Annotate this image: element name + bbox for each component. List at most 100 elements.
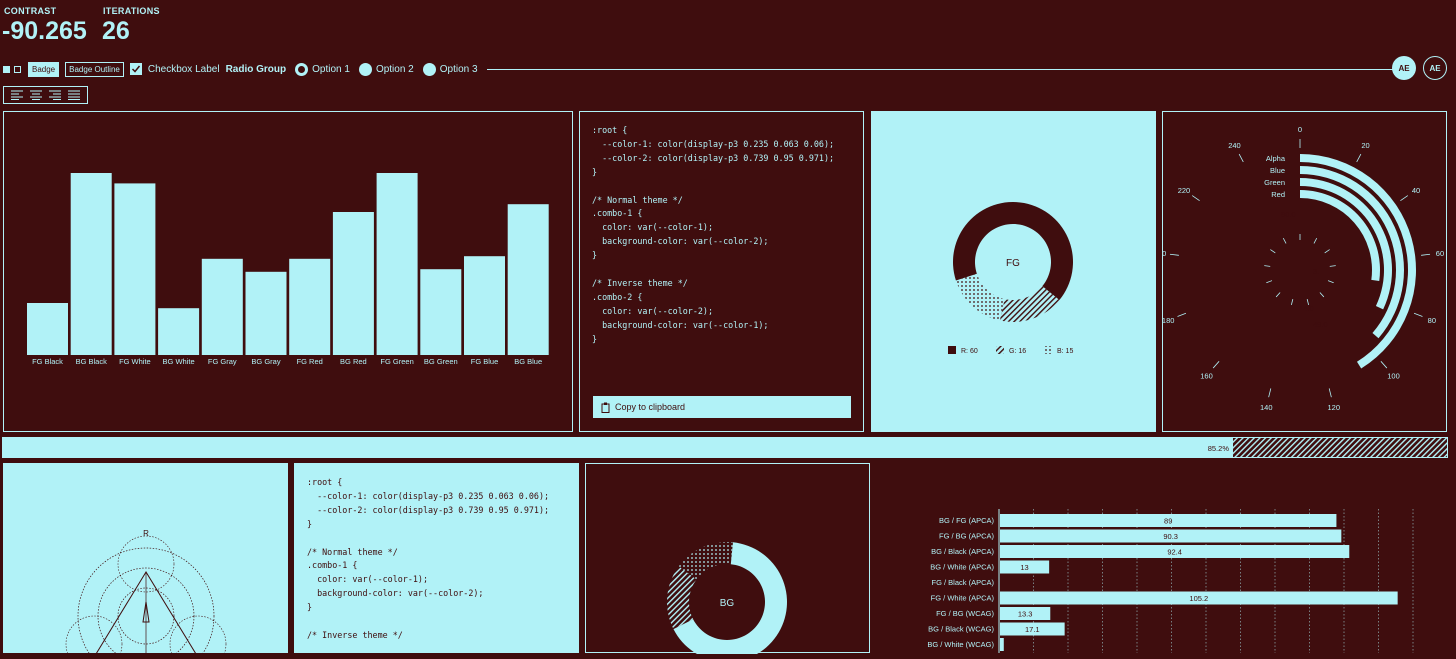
- radial-inner-tick-10: [1264, 265, 1271, 267]
- radial-tick-8: [1212, 361, 1220, 369]
- legend-label-0: R: 60: [961, 348, 978, 355]
- hbar-value-0: 89: [1164, 517, 1172, 526]
- hbar-category-2: BG / Black (APCA): [931, 547, 994, 556]
- text-align-group: [3, 86, 88, 104]
- divider: [486, 68, 1393, 70]
- radial-tick-label-11: 220: [1178, 186, 1191, 195]
- align-justify-icon[interactable]: [67, 90, 81, 100]
- radial-tick-9: [1177, 312, 1187, 317]
- hbar-value-3: 13: [1020, 563, 1028, 572]
- bar-6: [289, 258, 331, 355]
- bar-4: [201, 258, 243, 355]
- checkbox[interactable]: [129, 63, 142, 75]
- badge-outline[interactable]: Badge Outline: [65, 61, 124, 77]
- bar-8: [376, 173, 418, 355]
- avatar-outline[interactable]: AE: [1423, 56, 1447, 80]
- hbar-category-4: FG / Black (APCA): [931, 578, 994, 587]
- radar-guide-1: [65, 615, 123, 659]
- donut-center-label: BG: [720, 598, 735, 609]
- bar-label-1: BG Black: [76, 357, 108, 366]
- radial-inner-tick-11: [1270, 249, 1276, 254]
- radio-option-2[interactable]: Option 2: [358, 62, 414, 76]
- filled-square-icon: [3, 65, 10, 73]
- radial-chart-panel: 0 20 40 60 80 100 120 140 160 180 200 220 240 Alpha Bl…: [1154, 111, 1447, 432]
- radial-tick-label-12: 240: [1228, 141, 1241, 150]
- progress-fill: 85.2%: [3, 438, 1447, 457]
- align-right-icon[interactable]: [48, 90, 62, 100]
- radial-series-label-0: Alpha: [1266, 154, 1286, 163]
- bar-label-0: FG Black: [32, 357, 63, 366]
- donut-chart-bg: BG: [667, 542, 787, 659]
- donut-bg-panel: BG: [585, 463, 870, 659]
- contrast-label: CONTRAST: [4, 6, 57, 16]
- bar-chart-panel: FG Black BG Black FG White BG White FG Gray B…: [3, 111, 573, 432]
- radial-inner-tick-5: [1319, 292, 1325, 298]
- bar-label-10: FG Blue: [471, 357, 499, 366]
- radial-tick-label-3: 60: [1436, 249, 1444, 258]
- legend-swatch-2: [1044, 346, 1052, 354]
- bar-label-9: BG Green: [424, 357, 458, 366]
- radial-tick-11: [1191, 195, 1200, 202]
- bar-chart: FG Black BG Black FG White BG White FG Gray B…: [27, 173, 549, 366]
- radial-tick-10: [1169, 253, 1179, 256]
- legend-swatch-0: [948, 346, 956, 354]
- radial-series-label-2: Green: [1264, 178, 1285, 187]
- radar-panel: R: [3, 463, 288, 659]
- hbar-category-0: BG / FG (APCA): [939, 516, 995, 525]
- radial-inner-tick-9: [1266, 280, 1273, 284]
- badge[interactable]: Badge: [28, 61, 60, 77]
- radial-tick-7: [1268, 388, 1272, 398]
- align-left-icon[interactable]: [10, 90, 24, 100]
- radial-value-label-0: 90.0: [1281, 210, 1296, 219]
- radial-tick-label-0: 0: [1298, 125, 1302, 134]
- hbar-value-1: 90.3: [1163, 532, 1178, 541]
- bar-0: [27, 303, 68, 355]
- bar-label-2: FG White: [119, 357, 151, 366]
- radial-inner-tick-8: [1275, 292, 1281, 298]
- radial-tick-1: [1356, 153, 1362, 163]
- donut-slice-2: [955, 273, 1005, 321]
- outline-square-icon: [14, 65, 21, 73]
- radial-series-label-3: Red: [1271, 190, 1285, 199]
- radial-inner-tick-2: [1324, 249, 1330, 254]
- donut-fg-panel: FG R: 60 G: 16 B: 15: [871, 111, 1156, 432]
- progress-bar: 85.2%: [2, 437, 1448, 458]
- radio-option-1[interactable]: Option 1: [295, 62, 350, 76]
- bar-label-8: FG Green: [380, 357, 413, 366]
- radial-tick-label-8: 160: [1200, 372, 1213, 381]
- checkbox-label: Checkbox Label: [147, 63, 220, 75]
- radial-tick-label-2: 40: [1412, 186, 1420, 195]
- radial-tick-3: [1421, 253, 1431, 256]
- radar-axis-label: R: [143, 529, 149, 538]
- align-center-icon[interactable]: [29, 90, 43, 100]
- bar-label-11: BG Blue: [514, 357, 542, 366]
- radial-tick-label-10: 200: [1163, 249, 1166, 258]
- bar-3: [158, 308, 200, 355]
- radial-tick-label-6: 120: [1327, 403, 1340, 412]
- hbar-bar-8: [1000, 638, 1004, 651]
- bar-label-7: BG Red: [340, 357, 367, 366]
- hbar-value-2: 92.4: [1167, 548, 1182, 557]
- radio-option-3[interactable]: Option 3: [422, 62, 478, 76]
- radial-inner-tick-3: [1329, 265, 1336, 267]
- radial-series-label-1: Blue: [1270, 166, 1285, 175]
- radio-group-label: Radio Group: [225, 63, 287, 75]
- radial-tick-2: [1400, 195, 1409, 202]
- copy-button[interactable]: Copy to clipboard: [593, 396, 851, 418]
- horizontal-bar-chart: BG / FG (APCA) 89 FG / BG (APCA) 90.3 BG / B…: [927, 509, 1414, 653]
- iterations-value: 26: [102, 17, 130, 45]
- bar-7: [332, 212, 374, 355]
- contrast-value: -90.265: [2, 17, 87, 45]
- bar-2: [114, 183, 156, 355]
- legend-label-1: G: 16: [1009, 348, 1026, 355]
- radial-inner-tick-1: [1313, 237, 1318, 244]
- hbar-category-5: FG / White (APCA): [931, 594, 995, 603]
- radial-tick-5: [1380, 361, 1388, 369]
- radial-tick-label-4: 80: [1428, 316, 1436, 325]
- code-panel-light: :root { --color-1: color(display-p3 0.23…: [294, 463, 579, 653]
- hbar-category-6: FG / BG (WCAG): [936, 609, 994, 618]
- bar-1: [70, 173, 112, 355]
- bar-label-4: FG Gray: [208, 357, 237, 366]
- avatar[interactable]: AE: [1392, 56, 1416, 80]
- radio-icon: [422, 62, 436, 76]
